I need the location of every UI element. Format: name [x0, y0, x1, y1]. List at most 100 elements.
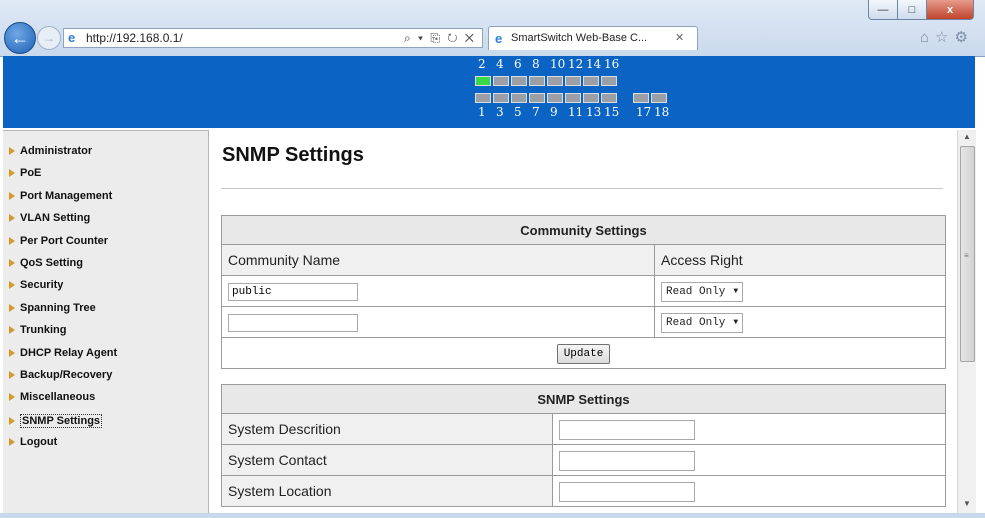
divider — [221, 188, 943, 189]
sidebar-item[interactable]: SNMP Settings — [9, 413, 103, 428]
scroll-up-icon[interactable]: ▲ — [958, 130, 976, 144]
scroll-thumb[interactable]: ≡ — [960, 146, 975, 362]
sidebar-item-label: VLAN Setting — [20, 212, 91, 225]
community-name-input[interactable] — [228, 283, 358, 301]
maximize-button[interactable]: □ — [897, 0, 927, 20]
port-15-indicator[interactable] — [601, 93, 617, 103]
close-tab-icon[interactable]: ✕ — [675, 31, 684, 44]
back-button[interactable]: ← — [4, 22, 36, 54]
port-17-indicator[interactable] — [633, 93, 649, 103]
arrow-right-icon — [9, 416, 15, 425]
window-frame-bottom — [0, 513, 985, 518]
forward-button[interactable]: → — [37, 26, 61, 50]
port-6-indicator[interactable] — [511, 76, 527, 86]
arrow-right-icon — [9, 169, 15, 178]
page-title: SNMP Settings — [222, 144, 364, 166]
port-18-indicator[interactable] — [651, 93, 667, 103]
access-right-value: Read Only — [666, 316, 726, 329]
browser-tab[interactable]: e SmartSwitch Web-Base C... ✕ — [488, 26, 698, 50]
access-right-select[interactable]: Read Only ▼ — [661, 312, 744, 333]
port-5-indicator[interactable] — [511, 93, 527, 103]
sidebar-item[interactable]: Port Management — [9, 190, 112, 202]
community-settings-table: Community Settings Community Name Access… — [221, 215, 946, 369]
grip-icon: ≡ — [964, 251, 969, 260]
port-14-indicator[interactable] — [583, 76, 599, 86]
system-description-input[interactable] — [559, 419, 695, 440]
port-number-label: 13 — [586, 105, 602, 119]
system-contact-input[interactable] — [559, 450, 695, 471]
chevron-down-icon: ▼ — [733, 287, 739, 296]
port-2-indicator[interactable] — [475, 76, 491, 86]
port-4-indicator[interactable] — [493, 76, 509, 86]
update-button[interactable]: Update — [556, 343, 611, 364]
sidebar-item[interactable]: Per Port Counter — [9, 235, 108, 247]
port-number-label: 9 — [550, 105, 558, 119]
port-number-label: 6 — [514, 57, 522, 71]
port-9-indicator[interactable] — [547, 93, 563, 103]
vertical-scrollbar[interactable]: ▲ ≡ ▼ — [957, 130, 976, 513]
access-right-select[interactable]: Read Only ▼ — [661, 281, 744, 302]
browser-chrome: — □ x ← → e http://192.168.0.1/ ⌕ ▾ ⎘ ↻ … — [0, 0, 985, 57]
sidebar-item[interactable]: VLAN Setting — [9, 212, 90, 224]
sidebar-item[interactable]: Trunking — [9, 324, 66, 336]
arrow-right-icon — [9, 191, 15, 200]
arrow-right-icon — [9, 371, 15, 379]
port-number-label: 2 — [478, 57, 486, 71]
sidebar-item-label: Miscellaneous — [20, 391, 96, 404]
arrow-right-icon — [9, 236, 15, 245]
sidebar-item[interactable]: Security — [9, 279, 63, 291]
community-name-input[interactable] — [228, 314, 358, 332]
port-12-indicator[interactable] — [565, 76, 581, 86]
browser-toolbar-icons[interactable]: ⌂☆⚙ — [920, 28, 974, 46]
sidebar-item[interactable]: PoE — [9, 167, 41, 179]
address-tools[interactable]: ⌕ ▾ ⎘ ↻ ✕ — [404, 31, 476, 46]
community-name-header: Community Name — [221, 244, 655, 276]
arrow-right-icon — [9, 326, 15, 335]
sidebar-item-label: QoS Setting — [20, 257, 83, 269]
sidebar-item-label: Spanning Tree — [20, 301, 96, 314]
sidebar-item[interactable]: Miscellaneous — [9, 391, 95, 403]
port-number-label: 15 — [604, 105, 620, 119]
system-description-label: System Descrition — [221, 413, 553, 445]
snmp-settings-caption: SNMP Settings — [221, 384, 946, 414]
port-number-label: 11 — [568, 105, 584, 119]
community-settings-caption: Community Settings — [221, 215, 946, 245]
sidebar-item-label: Administrator — [20, 145, 93, 157]
port-16-indicator[interactable] — [601, 76, 617, 86]
access-right-header: Access Right — [654, 244, 946, 276]
sidebar-item[interactable]: DHCP Relay Agent — [9, 347, 117, 359]
sidebar-item[interactable]: Logout — [9, 436, 57, 448]
port-number-label: 4 — [496, 57, 504, 71]
port-13-indicator[interactable] — [583, 93, 599, 103]
arrow-right-icon — [9, 393, 15, 402]
port-number-label: 3 — [496, 105, 504, 119]
sidebar-item[interactable]: Administrator — [9, 145, 92, 157]
port-7-indicator[interactable] — [529, 93, 545, 103]
sidebar-item[interactable]: Backup/Recovery — [9, 369, 112, 381]
arrow-right-icon — [9, 214, 15, 223]
close-window-button[interactable]: x — [926, 0, 974, 20]
port-number-label: 14 — [586, 57, 602, 71]
port-3-indicator[interactable] — [493, 93, 509, 103]
sidebar-item[interactable]: Spanning Tree — [9, 302, 96, 314]
port-number-label: 18 — [654, 105, 670, 119]
sidebar-item-label: Per Port Counter — [20, 234, 109, 247]
minimize-button[interactable]: — — [868, 0, 898, 20]
table-row: Read Only ▼ — [221, 275, 946, 307]
address-bar[interactable]: e http://192.168.0.1/ ⌕ ▾ ⎘ ↻ ✕ — [63, 28, 483, 48]
port-number-label: 10 — [550, 57, 566, 71]
port-8-indicator[interactable] — [529, 76, 545, 86]
system-contact-label: System Contact — [221, 444, 553, 476]
system-location-input[interactable] — [559, 481, 695, 502]
table-row: Read Only ▼ — [221, 306, 946, 338]
port-11-indicator[interactable] — [565, 93, 581, 103]
url-text[interactable]: http://192.168.0.1/ — [86, 31, 183, 45]
port-10-indicator[interactable] — [547, 76, 563, 86]
sidebar-item[interactable]: QoS Setting — [9, 257, 83, 269]
port-number-label: 5 — [514, 105, 522, 119]
port-1-indicator[interactable] — [475, 93, 491, 103]
ie-logo-icon: e — [68, 30, 76, 45]
scroll-down-icon[interactable]: ▼ — [958, 497, 976, 511]
port-number-label: 12 — [568, 57, 584, 71]
ie-logo-icon: e — [495, 31, 503, 46]
